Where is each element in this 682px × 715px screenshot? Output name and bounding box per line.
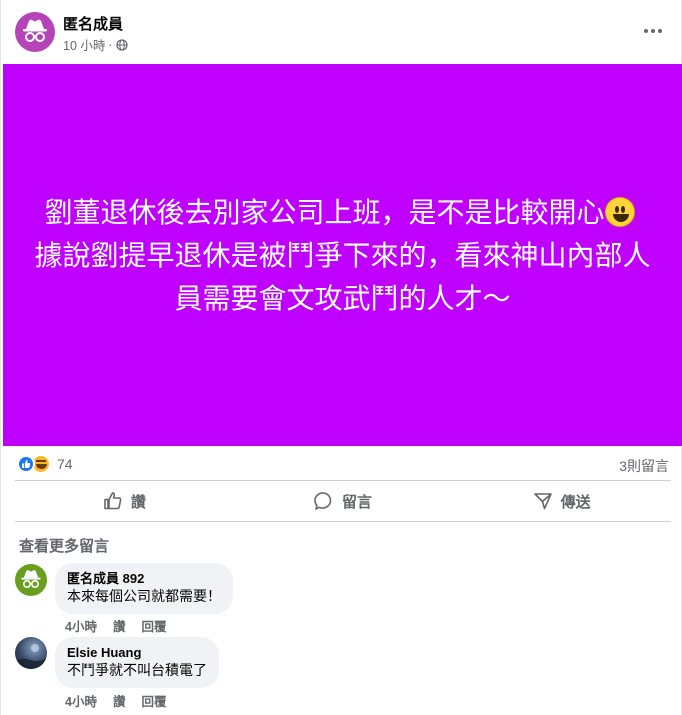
comment-button[interactable]: 留言 [234,481,453,521]
comment-bubble: Elsie Huang 不鬥爭就不叫台積電了 [55,637,219,688]
meta-separator: · [108,37,113,52]
grinning-face-emoji [604,196,635,227]
comment-avatar[interactable] [15,637,47,669]
like-button[interactable]: 讚 [15,481,234,521]
action-bar: 讚 留言 傳送 [15,481,671,521]
post-card: 匿名成員 10 小時 · 劉董退休後去別家公司上班，是不是比較開心據說劉提早退休… [0,0,682,715]
incognito-icon [21,570,41,588]
comment-actions: 4小時 讚 回覆 [65,616,166,635]
more-horizontal-icon [644,29,662,33]
post-message-part-2: 據說劉提早退休是被鬥爭下來的，看來神山內部人員需要會文攻武鬥的人才～ [34,238,651,315]
see-more-comments-link[interactable]: 查看更多留言 [19,535,109,556]
actions-divider-bottom [15,521,671,522]
post-header: 匿名成員 10 小時 · [1,0,682,64]
comment-reply-button[interactable]: 回覆 [141,691,166,710]
post-time[interactable]: 10 小時 [63,35,105,54]
like-reaction-icon [17,455,35,473]
comment-button-label: 留言 [342,493,373,511]
thumbs-up-icon [104,492,122,510]
comment-reply-button[interactable]: 回覆 [141,616,166,635]
more-options-button[interactable] [637,18,669,44]
comment-time[interactable]: 4小時 [65,691,97,710]
comment-bubble: 匿名成員 892 本來每個公司就都需要！ [55,563,233,614]
post-message: 劉董退休後去別家公司上班，是不是比較開心據說劉提早退休是被鬥爭下來的，看來神山內… [33,191,653,320]
globe-icon [115,38,128,51]
post-author[interactable]: 匿名成員 [63,13,123,34]
send-button[interactable]: 傳送 [452,481,671,521]
post-meta: 10 小時 · [63,35,128,54]
comment-text: 本來每個公司就都需要！ [67,588,221,604]
comment-like-button[interactable]: 讚 [113,616,126,635]
profile-photo [15,644,47,669]
comment-author[interactable]: Elsie Huang [67,645,207,661]
comment-icon [314,492,332,510]
post-text-background: 劉董退休後去別家公司上班，是不是比較開心據說劉提早退休是被鬥爭下來的，看來神山內… [3,64,682,446]
send-button-label: 傳送 [560,493,591,511]
comment-time[interactable]: 4小時 [65,616,97,635]
reaction-summary[interactable]: 74 [17,453,73,475]
post-message-part-1: 劉董退休後去別家公司上班，是不是比較開心 [44,195,605,229]
comment-text: 不鬥爭就不叫台積電了 [67,662,207,678]
anonymous-avatar[interactable] [15,12,55,52]
incognito-icon [23,19,47,42]
comment-actions: 4小時 讚 回覆 [65,691,166,710]
comment-avatar[interactable] [15,564,47,596]
comment-count-link[interactable]: 3則留言 [619,456,669,476]
like-button-label: 讚 [130,493,146,511]
comment-like-button[interactable]: 讚 [113,691,126,710]
comment-author[interactable]: 匿名成員 892 [67,571,221,587]
send-icon [533,493,552,510]
reaction-count[interactable]: 74 [57,456,73,472]
